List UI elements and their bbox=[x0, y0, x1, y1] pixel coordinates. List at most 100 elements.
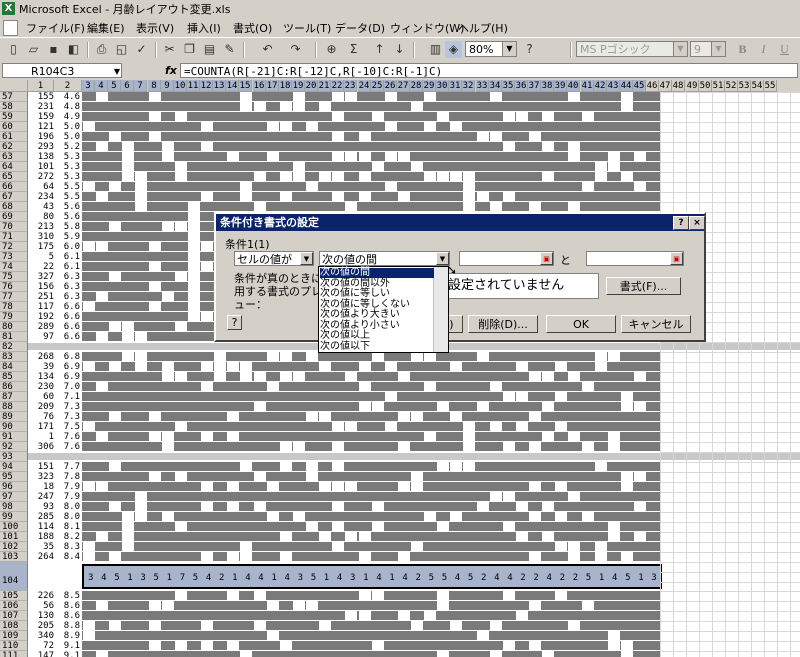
empty-cells[interactable] bbox=[660, 352, 800, 362]
marked-cell[interactable] bbox=[634, 402, 647, 411]
bold-button[interactable]: B bbox=[734, 41, 751, 58]
marked-cell[interactable] bbox=[266, 122, 279, 131]
marked-cell[interactable] bbox=[174, 272, 187, 281]
marked-cell[interactable] bbox=[174, 322, 187, 331]
column-header[interactable]: 21 bbox=[318, 80, 331, 92]
marked-cell[interactable] bbox=[319, 621, 332, 630]
marked-cell[interactable] bbox=[266, 352, 279, 361]
column-header[interactable]: 17 bbox=[266, 80, 279, 92]
marked-cell[interactable] bbox=[437, 462, 450, 471]
count-cell[interactable]: 5 bbox=[468, 573, 473, 583]
marked-cell[interactable] bbox=[358, 532, 371, 541]
marked-cell[interactable] bbox=[450, 412, 463, 421]
data-block[interactable] bbox=[82, 412, 660, 421]
marked-cell[interactable] bbox=[568, 492, 581, 501]
marked-cell[interactable] bbox=[227, 412, 240, 421]
marked-cell[interactable] bbox=[463, 202, 476, 211]
marked-cell[interactable] bbox=[135, 192, 148, 201]
format-button[interactable]: 書式(F)... bbox=[606, 277, 681, 295]
cell-id[interactable]: 192 bbox=[28, 312, 54, 322]
marked-cell[interactable] bbox=[148, 641, 161, 650]
row-header[interactable]: 91 bbox=[0, 432, 28, 442]
row-header[interactable]: 66 bbox=[0, 182, 28, 192]
marked-cell[interactable] bbox=[148, 112, 161, 121]
marked-cell[interactable] bbox=[371, 502, 384, 511]
empty-cells[interactable] bbox=[660, 402, 800, 412]
marked-cell[interactable] bbox=[489, 202, 502, 211]
cell-age[interactable]: 8.0 bbox=[54, 512, 80, 522]
marked-cell[interactable] bbox=[332, 542, 345, 551]
marked-cell[interactable] bbox=[620, 172, 633, 181]
marked-cell[interactable] bbox=[345, 372, 358, 381]
marked-cell[interactable] bbox=[332, 112, 345, 121]
marked-cell[interactable] bbox=[135, 512, 148, 521]
marked-cell[interactable] bbox=[358, 611, 371, 620]
marked-cell[interactable] bbox=[253, 502, 266, 511]
column-header[interactable]: 6 bbox=[121, 80, 134, 92]
cell-id[interactable]: 159 bbox=[28, 112, 54, 122]
cell-age[interactable]: 5.2 bbox=[54, 142, 80, 152]
row-header[interactable]: 98 bbox=[0, 502, 28, 512]
column-header[interactable]: 13 bbox=[213, 80, 226, 92]
marked-cell[interactable] bbox=[201, 502, 214, 511]
cell-id[interactable]: 340 bbox=[28, 631, 54, 641]
marked-cell[interactable] bbox=[620, 482, 633, 491]
cell-id[interactable]: 234 bbox=[28, 192, 54, 202]
cell-id[interactable]: 289 bbox=[28, 322, 54, 332]
marked-cell[interactable] bbox=[135, 182, 148, 191]
marked-cell[interactable] bbox=[266, 601, 279, 610]
marked-cell[interactable] bbox=[201, 641, 214, 650]
marked-cell[interactable] bbox=[581, 182, 594, 191]
empty-cells[interactable] bbox=[660, 342, 800, 352]
marked-cell[interactable] bbox=[332, 442, 345, 451]
spelling-icon[interactable]: ✓ bbox=[133, 41, 150, 58]
marked-cell[interactable] bbox=[529, 512, 542, 521]
cell-age[interactable]: 5.6 bbox=[54, 212, 80, 222]
marked-cell[interactable] bbox=[96, 192, 109, 201]
marked-cell[interactable] bbox=[437, 522, 450, 531]
marked-cell[interactable] bbox=[620, 472, 633, 481]
marked-cell[interactable] bbox=[450, 362, 463, 371]
marked-cell[interactable] bbox=[253, 402, 266, 411]
cell-age[interactable]: 8.3 bbox=[54, 542, 80, 552]
marked-cell[interactable] bbox=[358, 382, 371, 391]
marked-cell[interactable] bbox=[502, 112, 515, 121]
marked-cell[interactable] bbox=[83, 482, 95, 491]
marked-cell[interactable] bbox=[594, 352, 607, 361]
marked-cell[interactable] bbox=[371, 522, 384, 531]
cell-age[interactable]: 5.3 bbox=[54, 152, 80, 162]
marked-cell[interactable] bbox=[174, 591, 187, 600]
select-all-corner[interactable] bbox=[0, 80, 28, 92]
marked-cell[interactable] bbox=[568, 552, 581, 561]
count-cell[interactable]: 4 bbox=[258, 573, 263, 583]
empty-cells[interactable] bbox=[660, 462, 800, 472]
cell-id[interactable]: 285 bbox=[28, 512, 54, 522]
marked-cell[interactable] bbox=[187, 212, 200, 221]
marked-cell[interactable] bbox=[397, 412, 410, 421]
open-icon[interactable]: ▱ bbox=[25, 41, 42, 58]
cell-id[interactable]: 196 bbox=[28, 132, 54, 142]
marked-cell[interactable] bbox=[174, 162, 187, 171]
cell-id[interactable]: 130 bbox=[28, 611, 54, 621]
marked-cell[interactable] bbox=[240, 552, 253, 561]
marked-cell[interactable] bbox=[332, 422, 345, 431]
cell-age[interactable]: 8.1 bbox=[54, 522, 80, 532]
empty-cells[interactable] bbox=[660, 611, 800, 621]
cell-id[interactable]: 205 bbox=[28, 621, 54, 631]
column-header[interactable]: 55 bbox=[764, 80, 777, 92]
cell-id[interactable]: 175 bbox=[28, 242, 54, 252]
count-cell[interactable]: 4 bbox=[376, 573, 381, 583]
marked-cell[interactable] bbox=[515, 422, 528, 431]
marked-cell[interactable] bbox=[161, 152, 174, 161]
marked-cell[interactable] bbox=[266, 631, 279, 640]
marked-cell[interactable] bbox=[319, 102, 332, 111]
marked-cell[interactable] bbox=[555, 591, 568, 600]
row-header[interactable]: 62 bbox=[0, 142, 28, 152]
row-header[interactable]: 108 bbox=[0, 621, 28, 631]
row-header[interactable]: 77 bbox=[0, 292, 28, 302]
column-header[interactable]: 19 bbox=[292, 80, 305, 92]
count-cell[interactable]: 7 bbox=[180, 573, 185, 583]
marked-cell[interactable] bbox=[384, 152, 397, 161]
marked-cell[interactable] bbox=[620, 102, 633, 111]
empty-cells[interactable] bbox=[660, 512, 800, 522]
